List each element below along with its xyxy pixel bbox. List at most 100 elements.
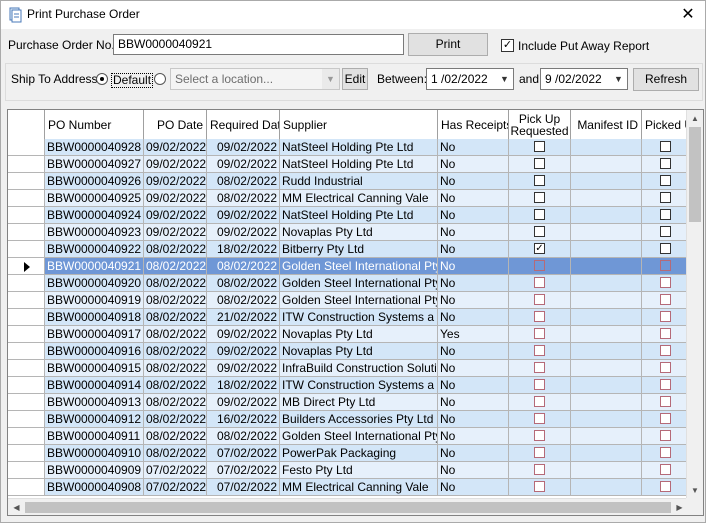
table-row[interactable]: BBW0000040918 08/02/2022 21/02/2022 ITW Con… xyxy=(8,309,688,326)
pickup-requested-cell[interactable] xyxy=(509,139,571,156)
col-header-po-date[interactable]: PO Date xyxy=(144,110,207,139)
pickup-requested-checkbox[interactable] xyxy=(534,192,545,204)
pickup-requested-cell[interactable] xyxy=(509,275,571,292)
vertical-scrollbar[interactable]: ▲ ▼ xyxy=(686,110,703,499)
row-header[interactable] xyxy=(8,275,45,292)
picked-up-checkbox[interactable] xyxy=(660,141,671,153)
picked-up-cell[interactable] xyxy=(642,462,688,479)
refresh-button[interactable]: Refresh xyxy=(633,68,699,91)
pickup-requested-cell[interactable] xyxy=(509,445,571,462)
date-from-picker[interactable]: 1 /02/2022 ▼ xyxy=(426,68,514,90)
picked-up-cell[interactable] xyxy=(642,258,688,275)
table-row[interactable]: BBW0000040922 08/02/2022 18/02/2022 Bitberr… xyxy=(8,241,688,258)
picked-up-cell[interactable] xyxy=(642,411,688,428)
pickup-requested-checkbox[interactable] xyxy=(534,158,545,170)
picked-up-cell[interactable] xyxy=(642,309,688,326)
pickup-requested-checkbox[interactable] xyxy=(534,294,545,306)
print-button[interactable]: Print xyxy=(408,33,488,56)
pickup-requested-cell[interactable] xyxy=(509,343,571,360)
picked-up-checkbox[interactable] xyxy=(660,447,671,459)
pickup-requested-cell[interactable] xyxy=(509,360,571,377)
picked-up-checkbox[interactable] xyxy=(660,226,671,238)
pickup-requested-cell[interactable] xyxy=(509,411,571,428)
pickup-requested-cell[interactable] xyxy=(509,258,571,275)
picked-up-cell[interactable] xyxy=(642,326,688,343)
pickup-requested-checkbox[interactable] xyxy=(534,175,545,187)
table-row[interactable]: BBW0000040910 08/02/2022 07/02/2022 PowerPa… xyxy=(8,445,688,462)
picked-up-cell[interactable] xyxy=(642,445,688,462)
horizontal-scroll-thumb[interactable] xyxy=(25,502,671,513)
horizontal-scrollbar[interactable]: ◀ ▶ xyxy=(8,498,688,515)
pickup-requested-cell[interactable] xyxy=(509,462,571,479)
purchase-order-grid[interactable]: PO Number PO Date Required Date Supplier… xyxy=(7,109,704,516)
pickup-requested-cell[interactable] xyxy=(509,173,571,190)
row-header[interactable] xyxy=(8,207,45,224)
pickup-requested-checkbox[interactable] xyxy=(534,260,545,272)
pickup-requested-cell[interactable]: ✓ xyxy=(509,241,571,258)
pickup-requested-cell[interactable] xyxy=(509,326,571,343)
row-header[interactable] xyxy=(8,462,45,479)
table-row[interactable]: BBW0000040916 08/02/2022 09/02/2022 Novapla… xyxy=(8,343,688,360)
picked-up-cell[interactable] xyxy=(642,207,688,224)
picked-up-cell[interactable] xyxy=(642,156,688,173)
pickup-requested-checkbox[interactable]: ✓ xyxy=(534,243,545,255)
picked-up-checkbox[interactable] xyxy=(660,430,671,442)
row-header[interactable] xyxy=(8,139,45,156)
picked-up-cell[interactable] xyxy=(642,139,688,156)
picked-up-checkbox[interactable] xyxy=(660,413,671,425)
pickup-requested-checkbox[interactable] xyxy=(534,345,545,357)
table-row[interactable]: BBW0000040913 08/02/2022 09/02/2022 MB Dire… xyxy=(8,394,688,411)
pickup-requested-cell[interactable] xyxy=(509,224,571,241)
row-header[interactable] xyxy=(8,292,45,309)
row-header[interactable] xyxy=(8,173,45,190)
table-row[interactable]: BBW0000040924 09/02/2022 09/02/2022 NatStee… xyxy=(8,207,688,224)
picked-up-cell[interactable] xyxy=(642,275,688,292)
po-number-input[interactable]: BBW0000040921 xyxy=(113,34,404,55)
picked-up-checkbox[interactable] xyxy=(660,362,671,374)
picked-up-checkbox[interactable] xyxy=(660,158,671,170)
row-header[interactable] xyxy=(8,394,45,411)
table-row[interactable]: BBW0000040926 09/02/2022 08/02/2022 Rudd In… xyxy=(8,173,688,190)
picked-up-checkbox[interactable] xyxy=(660,379,671,391)
table-row[interactable]: BBW0000040928 09/02/2022 09/02/2022 NatStee… xyxy=(8,139,688,156)
row-header[interactable] xyxy=(8,428,45,445)
row-header[interactable] xyxy=(8,343,45,360)
picked-up-checkbox[interactable] xyxy=(660,209,671,221)
table-row[interactable]: BBW0000040912 08/02/2022 16/02/2022 Builder… xyxy=(8,411,688,428)
pickup-requested-checkbox[interactable] xyxy=(534,430,545,442)
row-header[interactable] xyxy=(8,258,45,275)
col-header-required-date[interactable]: Required Date xyxy=(207,110,280,139)
pickup-requested-cell[interactable] xyxy=(509,377,571,394)
default-radio[interactable] xyxy=(96,73,108,85)
picked-up-checkbox[interactable] xyxy=(660,260,671,272)
pickup-requested-checkbox[interactable] xyxy=(534,328,545,340)
pickup-requested-checkbox[interactable] xyxy=(534,447,545,459)
table-row[interactable]: BBW0000040927 09/02/2022 09/02/2022 NatStee… xyxy=(8,156,688,173)
row-header[interactable] xyxy=(8,241,45,258)
edit-button[interactable]: Edit xyxy=(342,68,368,90)
table-row[interactable]: BBW0000040923 09/02/2022 09/02/2022 Novapla… xyxy=(8,224,688,241)
picked-up-checkbox[interactable] xyxy=(660,294,671,306)
row-header[interactable] xyxy=(8,326,45,343)
picked-up-checkbox[interactable] xyxy=(660,243,671,255)
picked-up-cell[interactable] xyxy=(642,343,688,360)
picked-up-checkbox[interactable] xyxy=(660,328,671,340)
picked-up-cell[interactable] xyxy=(642,173,688,190)
table-row[interactable]: BBW0000040921 08/02/2022 08/02/2022 Golden … xyxy=(8,258,688,275)
picked-up-checkbox[interactable] xyxy=(660,464,671,476)
col-header-po-number[interactable]: PO Number xyxy=(45,110,144,139)
pickup-requested-cell[interactable] xyxy=(509,190,571,207)
pickup-requested-cell[interactable] xyxy=(509,156,571,173)
picked-up-cell[interactable] xyxy=(642,224,688,241)
pickup-requested-checkbox[interactable] xyxy=(534,311,545,323)
pickup-requested-checkbox[interactable] xyxy=(534,464,545,476)
row-header[interactable] xyxy=(8,445,45,462)
pickup-requested-cell[interactable] xyxy=(509,479,571,496)
pickup-requested-checkbox[interactable] xyxy=(534,209,545,221)
location-select[interactable]: Select a location... ▼ xyxy=(170,68,340,90)
picked-up-cell[interactable] xyxy=(642,360,688,377)
table-row[interactable]: BBW0000040911 08/02/2022 08/02/2022 Golden … xyxy=(8,428,688,445)
col-header-has-receipts[interactable]: Has Receipts xyxy=(438,110,509,139)
scroll-down-icon[interactable]: ▼ xyxy=(687,482,703,499)
row-header[interactable] xyxy=(8,479,45,496)
